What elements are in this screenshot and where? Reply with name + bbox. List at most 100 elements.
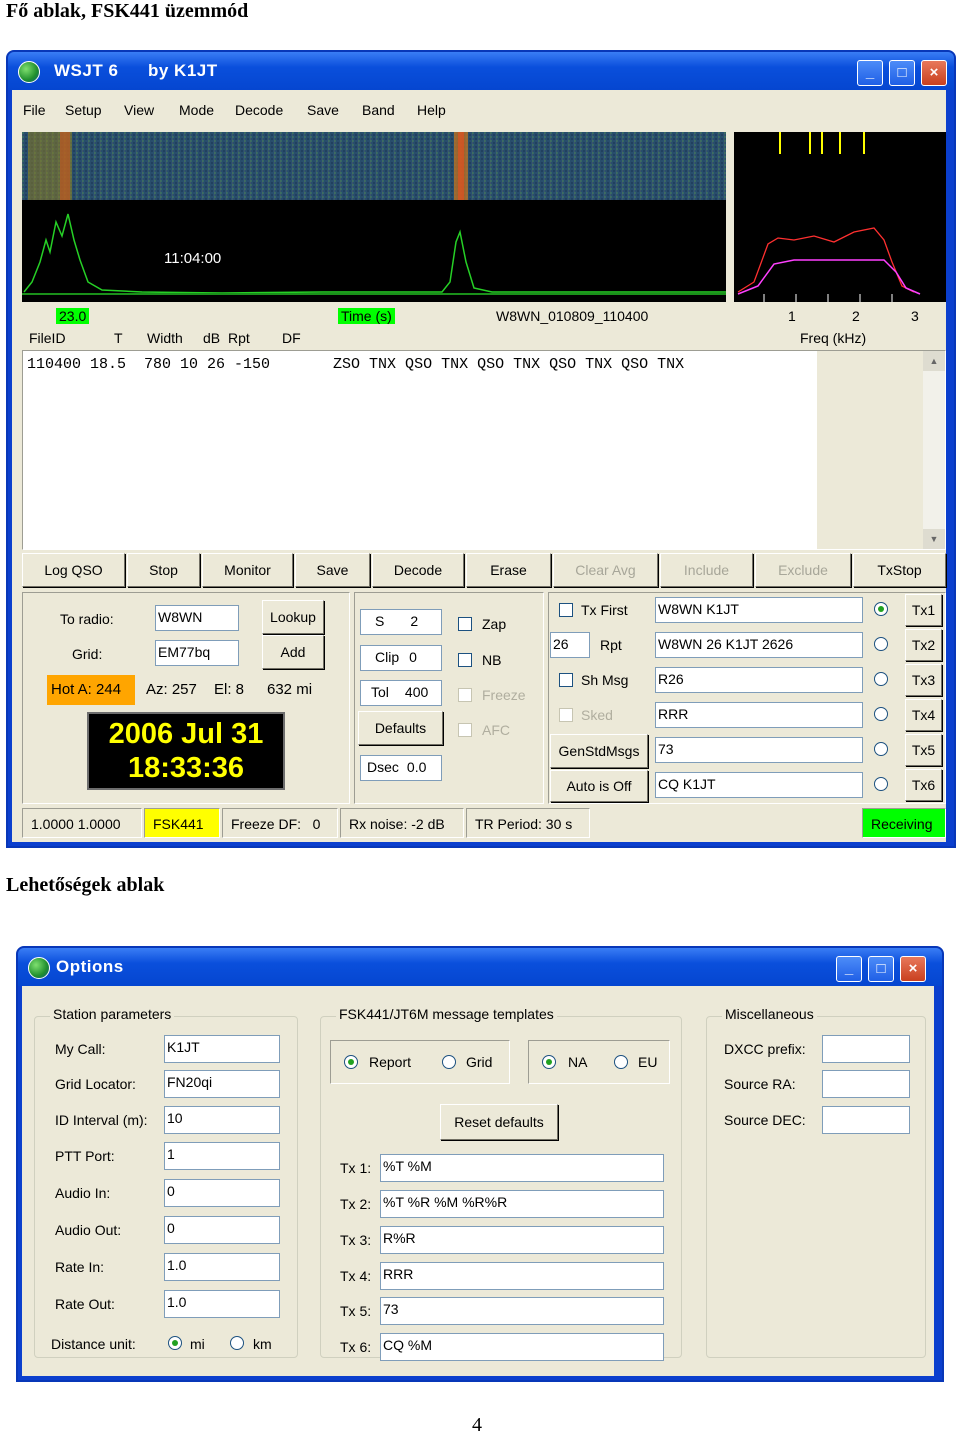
tx6-button[interactable]: Tx6: [905, 769, 942, 801]
tx5-radio[interactable]: [874, 742, 888, 756]
tx1-button[interactable]: Tx1: [905, 594, 942, 626]
minimize-icon[interactable]: _: [857, 60, 883, 86]
azimuth-label: Az: 257: [146, 681, 197, 698]
s-value-field[interactable]: S2: [360, 609, 442, 635]
auto-is-off-button[interactable]: Auto is Off: [550, 770, 648, 802]
dxcc-prefix-input[interactable]: [822, 1035, 910, 1063]
ptt-port-input[interactable]: 1: [164, 1142, 280, 1170]
tx5-button[interactable]: Tx5: [905, 734, 942, 766]
defaults-button[interactable]: Defaults: [358, 711, 443, 745]
lookup-button[interactable]: Lookup: [262, 600, 324, 634]
rpt-input[interactable]: 26: [550, 632, 590, 658]
report-radio[interactable]: [344, 1055, 358, 1069]
include-button[interactable]: Include: [660, 553, 753, 587]
clip-field[interactable]: Clip 0: [360, 645, 442, 671]
menu-help[interactable]: Help: [417, 102, 446, 118]
source-ra-input[interactable]: [822, 1070, 910, 1098]
clear-avg-button[interactable]: Clear Avg: [553, 553, 658, 587]
sked-checkbox[interactable]: [559, 708, 573, 722]
na-radio[interactable]: [542, 1055, 556, 1069]
gen-std-msgs-button[interactable]: GenStdMsgs: [550, 734, 648, 768]
tx-message-4[interactable]: RRR: [655, 702, 863, 728]
monitor-button[interactable]: Monitor: [202, 553, 293, 587]
waterfall-display[interactable]: 11:04:00: [22, 132, 726, 302]
scroll-up-icon[interactable]: ▲: [923, 351, 945, 371]
tx4-radio[interactable]: [874, 707, 888, 721]
tx-message-6[interactable]: CQ K1JT: [655, 772, 863, 798]
tx4-button[interactable]: Tx4: [905, 699, 942, 731]
options-close-icon[interactable]: ×: [900, 956, 926, 982]
tx3-button[interactable]: Tx3: [905, 664, 942, 696]
source-dec-input[interactable]: [822, 1106, 910, 1134]
tx2-button[interactable]: Tx2: [905, 629, 942, 661]
dsec-value: 0.0: [406, 759, 427, 775]
freq-tick-1: 1: [788, 308, 796, 324]
id-interval-input[interactable]: 10: [164, 1106, 280, 1134]
log-qso-button[interactable]: Log QSO: [22, 553, 125, 587]
decode-scrollbar[interactable]: ▲ ▼: [923, 351, 945, 549]
audio-in-input[interactable]: 0: [164, 1179, 280, 1207]
tx-message-5[interactable]: 73: [655, 737, 863, 763]
template-tx6-input[interactable]: CQ %M: [380, 1333, 664, 1361]
distance-unit-km-radio[interactable]: [230, 1336, 244, 1350]
distance-unit-mi-radio[interactable]: [168, 1336, 182, 1350]
tx-message-1[interactable]: W8WN K1JT: [655, 597, 863, 623]
tol-field[interactable]: Tol 400: [360, 680, 442, 706]
rate-out-input[interactable]: 1.0: [164, 1290, 280, 1318]
menu-save[interactable]: Save: [307, 102, 339, 118]
audio-out-input[interactable]: 0: [164, 1216, 280, 1244]
options-globe-icon: [28, 957, 50, 979]
template-tx4-input[interactable]: RRR: [380, 1262, 664, 1290]
template-tx5-input[interactable]: 73: [380, 1297, 664, 1325]
audio-out-label: Audio Out:: [55, 1222, 122, 1238]
txstop-button[interactable]: TxStop: [853, 553, 946, 587]
exclude-button[interactable]: Exclude: [755, 553, 851, 587]
reset-defaults-button[interactable]: Reset defaults: [440, 1104, 558, 1140]
afc-checkbox[interactable]: [458, 723, 472, 737]
options-title-bar[interactable]: Options _ □ ×: [18, 948, 942, 986]
decoded-text-area[interactable]: 110400 18.5 780 10 26 -150 ZSO TNX QSO T…: [22, 350, 946, 550]
eu-radio[interactable]: [614, 1055, 628, 1069]
options-minimize-icon[interactable]: _: [836, 956, 862, 982]
template-tx3-input[interactable]: R%R: [380, 1226, 664, 1254]
tx-first-checkbox[interactable]: [559, 603, 573, 617]
menu-mode[interactable]: Mode: [179, 102, 214, 118]
zap-checkbox[interactable]: [458, 617, 472, 631]
grid-radio[interactable]: [442, 1055, 456, 1069]
status-rx-noise: Rx noise: -2 dB: [340, 808, 464, 838]
menu-view[interactable]: View: [124, 102, 154, 118]
sh-msg-checkbox[interactable]: [559, 673, 573, 687]
stop-button[interactable]: Stop: [127, 553, 200, 587]
menu-band[interactable]: Band: [362, 102, 395, 118]
template-tx2-input[interactable]: %T %R %M %R%R: [380, 1190, 664, 1218]
options-maximize-icon[interactable]: □: [868, 956, 894, 982]
template-tx2-label: Tx 2:: [340, 1196, 372, 1212]
freeze-checkbox[interactable]: [458, 688, 472, 702]
rate-in-input[interactable]: 1.0: [164, 1253, 280, 1281]
save-button[interactable]: Save: [295, 553, 370, 587]
dsec-field[interactable]: Dsec 0.0: [360, 755, 442, 781]
tx6-radio[interactable]: [874, 777, 888, 791]
tx3-radio[interactable]: [874, 672, 888, 686]
my-call-input[interactable]: K1JT: [164, 1035, 280, 1063]
erase-button[interactable]: Erase: [466, 553, 551, 587]
tx2-radio[interactable]: [874, 637, 888, 651]
scroll-down-icon[interactable]: ▼: [923, 529, 945, 549]
nb-checkbox[interactable]: [458, 653, 472, 667]
tx-message-2[interactable]: W8WN 26 K1JT 2626: [655, 632, 863, 658]
to-radio-input[interactable]: W8WN: [155, 605, 239, 631]
maximize-icon[interactable]: □: [889, 60, 915, 86]
grid-input[interactable]: EM77bq: [155, 640, 239, 666]
tx-message-3[interactable]: R26: [655, 667, 863, 693]
decode-button[interactable]: Decode: [372, 553, 464, 587]
close-icon[interactable]: ×: [921, 60, 947, 86]
add-button[interactable]: Add: [262, 635, 324, 669]
menu-file[interactable]: File: [23, 102, 46, 118]
tx1-radio[interactable]: [874, 602, 888, 616]
menu-decode[interactable]: Decode: [235, 102, 283, 118]
template-tx1-input[interactable]: %T %M: [380, 1154, 664, 1182]
grid-locator-input[interactable]: FN20qi: [164, 1070, 280, 1098]
spectrum-display[interactable]: [734, 132, 946, 302]
menu-setup[interactable]: Setup: [65, 102, 102, 118]
main-title-bar[interactable]: WSJT 6 by K1JT _ □ ×: [8, 52, 954, 90]
